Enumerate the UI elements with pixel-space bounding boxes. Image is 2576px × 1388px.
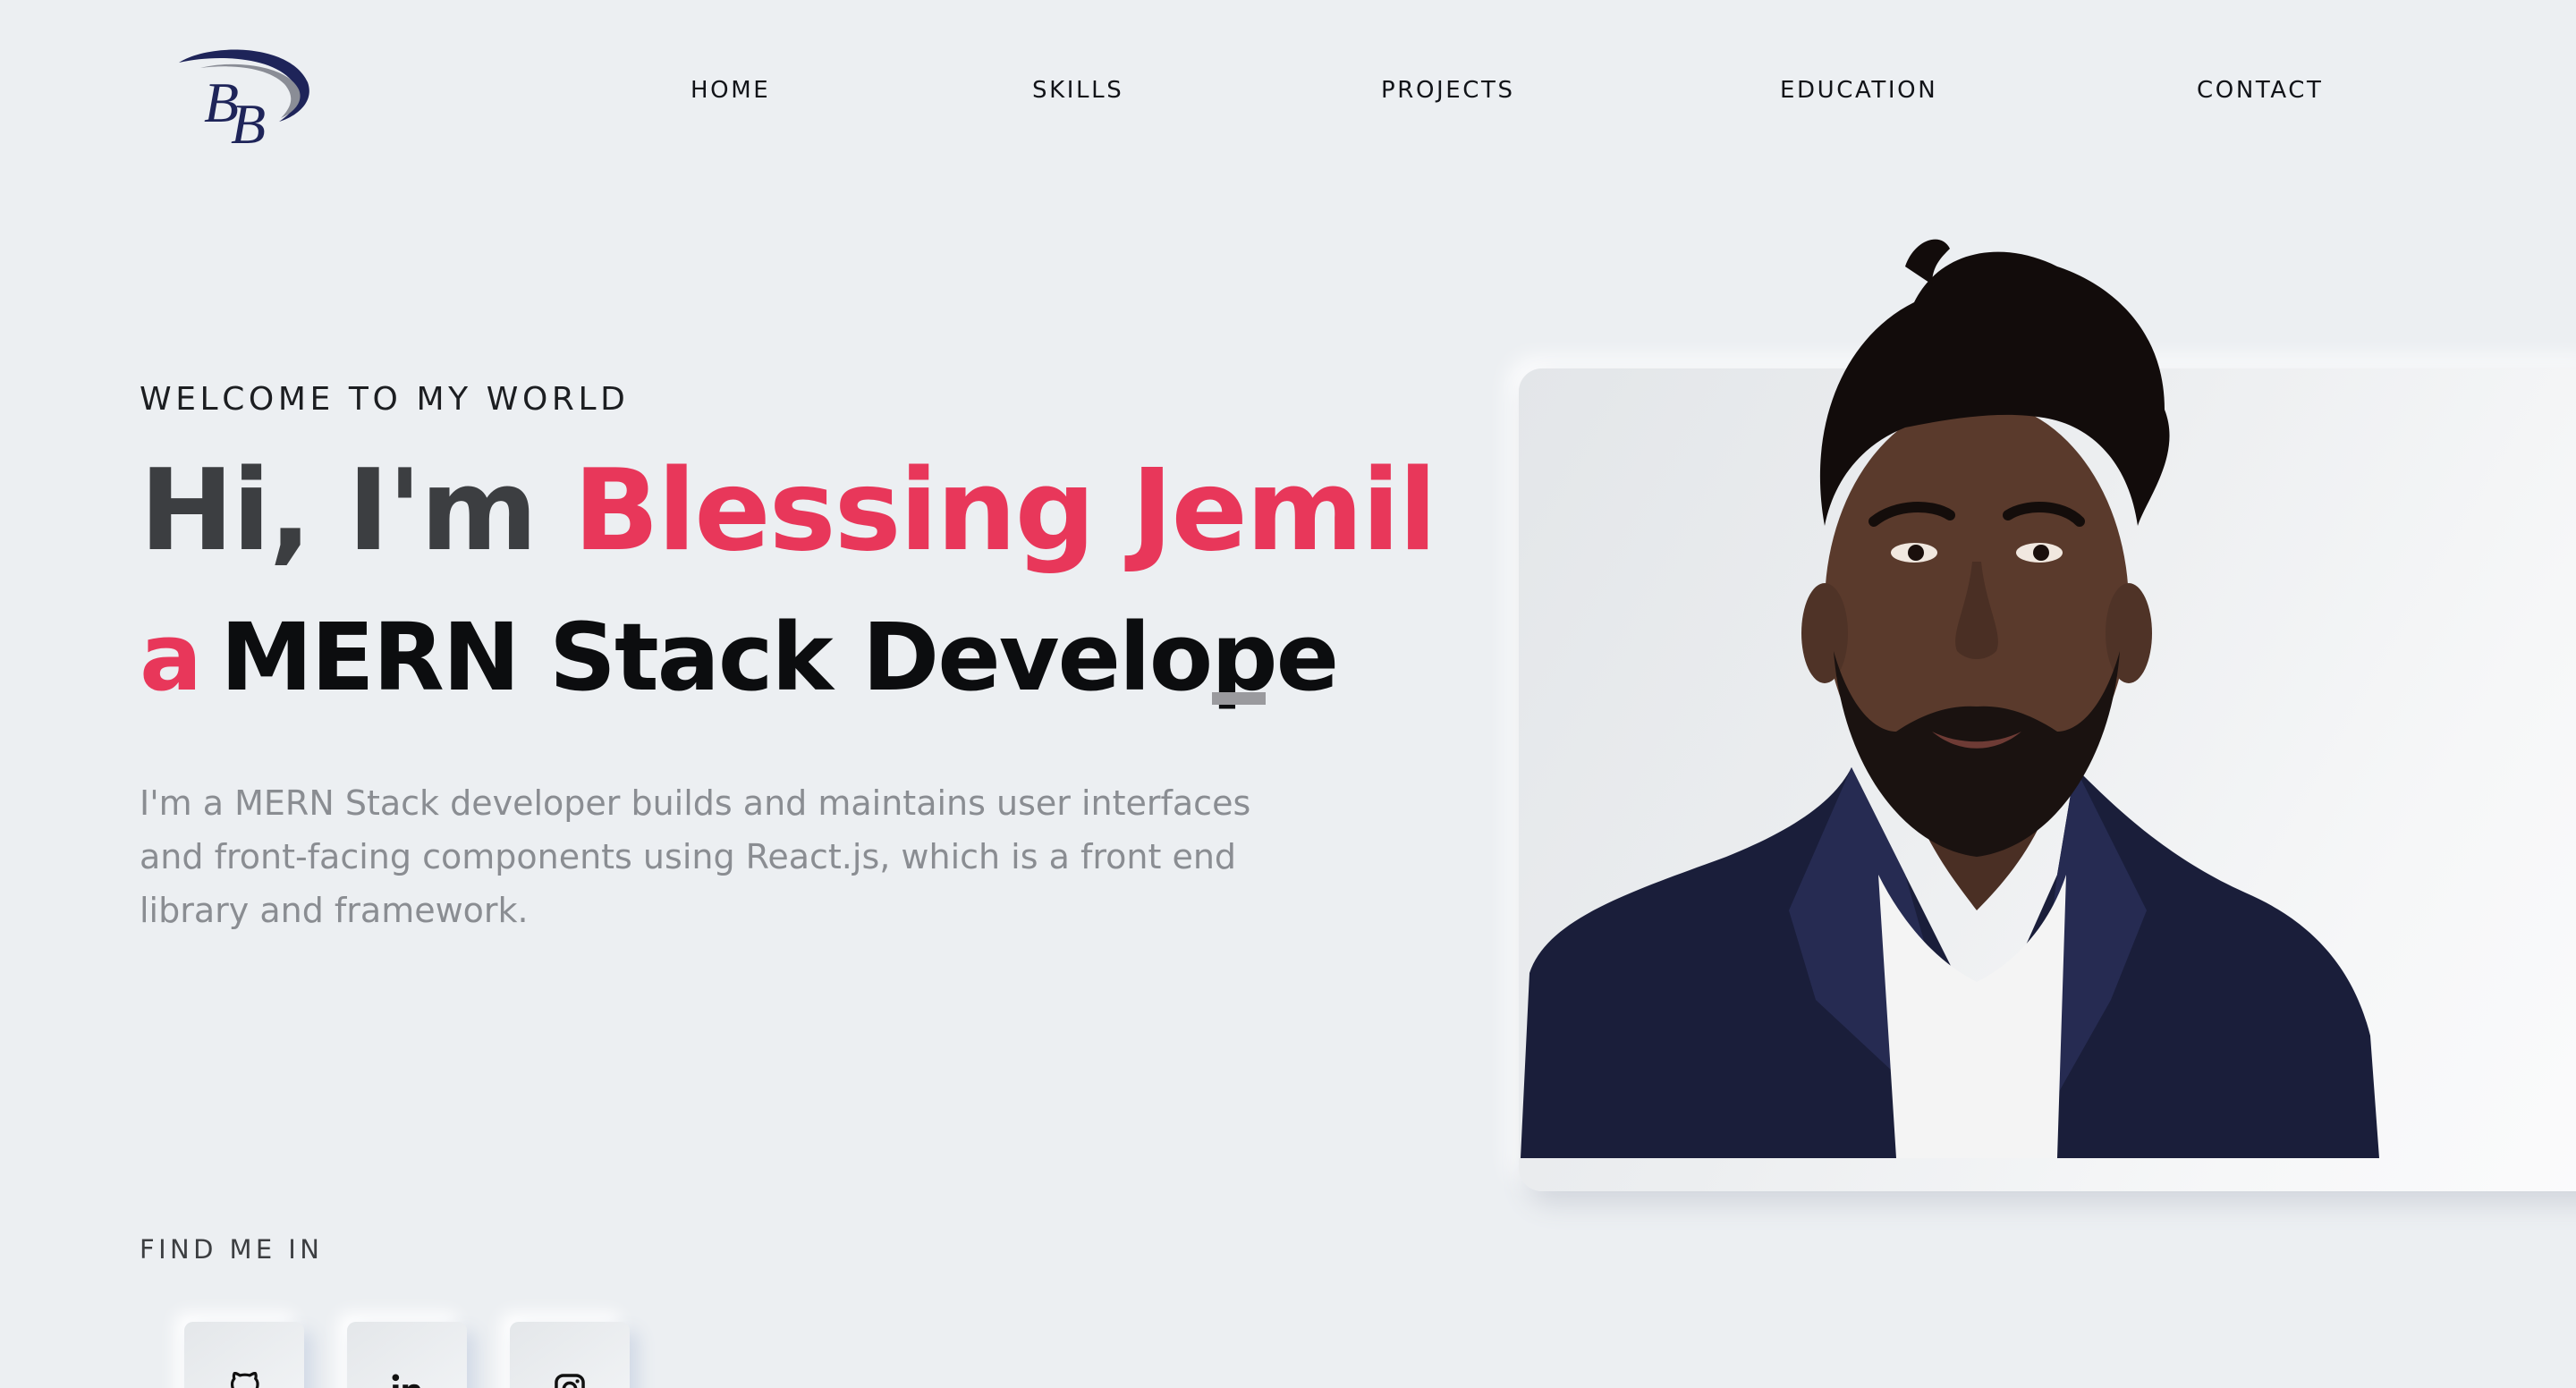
hero-title: Hi, I'm Blessing Jemil bbox=[140, 444, 1437, 578]
nav-projects[interactable]: PROJECTS bbox=[1381, 77, 1515, 104]
linkedin-button[interactable] bbox=[347, 1322, 467, 1388]
github-button[interactable] bbox=[184, 1322, 304, 1388]
hero-name: Blessing Jemil bbox=[573, 444, 1437, 576]
portfolio-page: B B HOME SKILLS PROJECTS EDUCATION CONTA… bbox=[0, 0, 2576, 1388]
hero-description: I'm a MERN Stack developer builds and ma… bbox=[140, 783, 1251, 930]
nav-home[interactable]: HOME bbox=[691, 77, 770, 104]
linkedin-icon bbox=[392, 1374, 420, 1388]
instagram-button[interactable] bbox=[510, 1322, 630, 1388]
github-icon bbox=[230, 1372, 259, 1388]
find-me-label: FIND ME IN bbox=[140, 1234, 324, 1265]
hero-role-article: a bbox=[140, 603, 202, 712]
nav-skills[interactable]: SKILLS bbox=[1032, 77, 1123, 104]
nav-education[interactable]: EDUCATION bbox=[1780, 77, 1937, 104]
hero-role-text: MERN Stack Develope bbox=[220, 603, 1339, 712]
typing-cursor bbox=[1212, 692, 1266, 705]
hero-role: a MERN Stack Develope bbox=[140, 601, 1339, 714]
person-portrait bbox=[1521, 239, 2379, 1158]
instagram-icon bbox=[555, 1374, 585, 1388]
main-nav: HOME SKILLS PROJECTS EDUCATION CONTACT bbox=[0, 77, 2576, 113]
hero-greeting: Hi, I'm bbox=[140, 444, 573, 576]
hero-eyebrow: WELCOME TO MY WORLD bbox=[140, 381, 630, 418]
nav-contact[interactable]: CONTACT bbox=[2197, 77, 2324, 104]
